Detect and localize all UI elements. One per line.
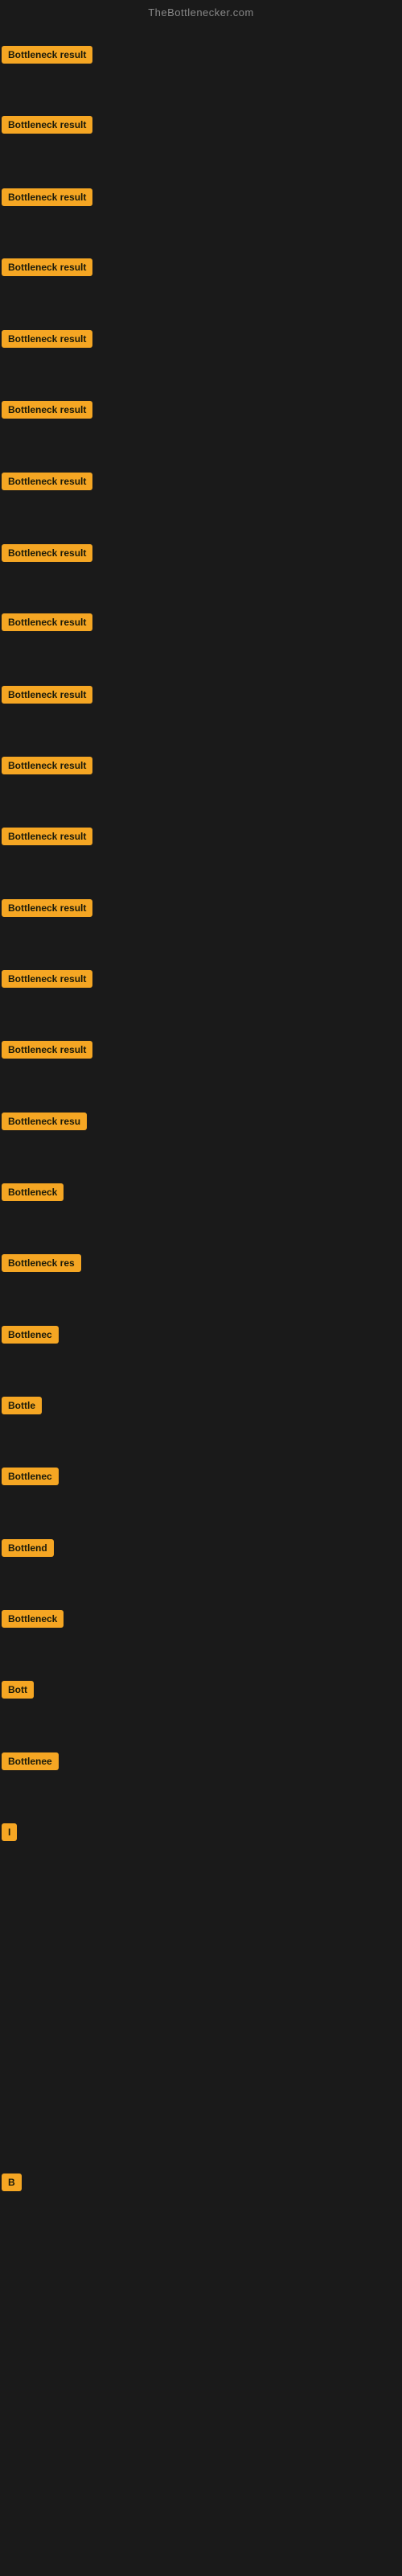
bottleneck-item-8: Bottleneck result: [2, 544, 92, 562]
bottleneck-item-14: Bottleneck result: [2, 970, 92, 988]
bottleneck-item-13: Bottleneck result: [2, 899, 92, 917]
bottleneck-badge-7[interactable]: Bottleneck result: [2, 473, 92, 490]
bottleneck-item-22: Bottlend: [2, 1539, 54, 1557]
bottleneck-badge-27[interactable]: B: [2, 2174, 22, 2191]
bottleneck-badge-23[interactable]: Bottleneck: [2, 1610, 64, 1628]
bottleneck-badge-2[interactable]: Bottleneck result: [2, 116, 92, 134]
bottleneck-item-27: B: [2, 2174, 22, 2191]
bottleneck-badge-19[interactable]: Bottlenec: [2, 1326, 59, 1344]
bottleneck-item-7: Bottleneck result: [2, 473, 92, 490]
bottleneck-badge-18[interactable]: Bottleneck res: [2, 1254, 81, 1272]
bottleneck-badge-4[interactable]: Bottleneck result: [2, 258, 92, 276]
bottleneck-item-1: Bottleneck result: [2, 46, 92, 64]
bottleneck-item-26: I: [2, 1823, 17, 1841]
bottleneck-badge-9[interactable]: Bottleneck result: [2, 613, 92, 631]
bottleneck-badge-12[interactable]: Bottleneck result: [2, 828, 92, 845]
bottleneck-badge-25[interactable]: Bottlenee: [2, 1752, 59, 1770]
bottleneck-badge-21[interactable]: Bottlenec: [2, 1468, 59, 1485]
bottleneck-item-11: Bottleneck result: [2, 757, 92, 774]
bottleneck-item-17: Bottleneck: [2, 1183, 64, 1201]
bottleneck-item-2: Bottleneck result: [2, 116, 92, 134]
bottleneck-item-25: Bottlenee: [2, 1752, 59, 1770]
bottleneck-badge-13[interactable]: Bottleneck result: [2, 899, 92, 917]
bottleneck-badge-20[interactable]: Bottle: [2, 1397, 42, 1414]
bottleneck-item-16: Bottleneck resu: [2, 1113, 87, 1130]
bottleneck-item-3: Bottleneck result: [2, 188, 92, 206]
bottleneck-badge-14[interactable]: Bottleneck result: [2, 970, 92, 988]
bottleneck-badge-17[interactable]: Bottleneck: [2, 1183, 64, 1201]
bottleneck-badge-10[interactable]: Bottleneck result: [2, 686, 92, 704]
bottleneck-item-9: Bottleneck result: [2, 613, 92, 631]
bottleneck-item-21: Bottlenec: [2, 1468, 59, 1485]
bottleneck-badge-24[interactable]: Bott: [2, 1681, 34, 1699]
bottleneck-badge-8[interactable]: Bottleneck result: [2, 544, 92, 562]
site-header: TheBottlenecker.com: [0, 0, 402, 22]
bottleneck-item-18: Bottleneck res: [2, 1254, 81, 1272]
bottleneck-badge-6[interactable]: Bottleneck result: [2, 401, 92, 419]
bottleneck-item-24: Bott: [2, 1681, 34, 1699]
bottleneck-item-15: Bottleneck result: [2, 1041, 92, 1059]
bottleneck-item-19: Bottlenec: [2, 1326, 59, 1344]
bottleneck-item-6: Bottleneck result: [2, 401, 92, 419]
bottleneck-badge-15[interactable]: Bottleneck result: [2, 1041, 92, 1059]
bottleneck-badge-22[interactable]: Bottlend: [2, 1539, 54, 1557]
bottleneck-badge-26[interactable]: I: [2, 1823, 17, 1841]
bottleneck-badge-5[interactable]: Bottleneck result: [2, 330, 92, 348]
bottleneck-item-20: Bottle: [2, 1397, 42, 1414]
bottleneck-item-12: Bottleneck result: [2, 828, 92, 845]
bottleneck-badge-1[interactable]: Bottleneck result: [2, 46, 92, 64]
bottleneck-item-10: Bottleneck result: [2, 686, 92, 704]
bottleneck-item-23: Bottleneck: [2, 1610, 64, 1628]
bottleneck-item-4: Bottleneck result: [2, 258, 92, 276]
bottleneck-badge-3[interactable]: Bottleneck result: [2, 188, 92, 206]
bottleneck-badge-16[interactable]: Bottleneck resu: [2, 1113, 87, 1130]
bottleneck-badge-11[interactable]: Bottleneck result: [2, 757, 92, 774]
bottleneck-item-5: Bottleneck result: [2, 330, 92, 348]
